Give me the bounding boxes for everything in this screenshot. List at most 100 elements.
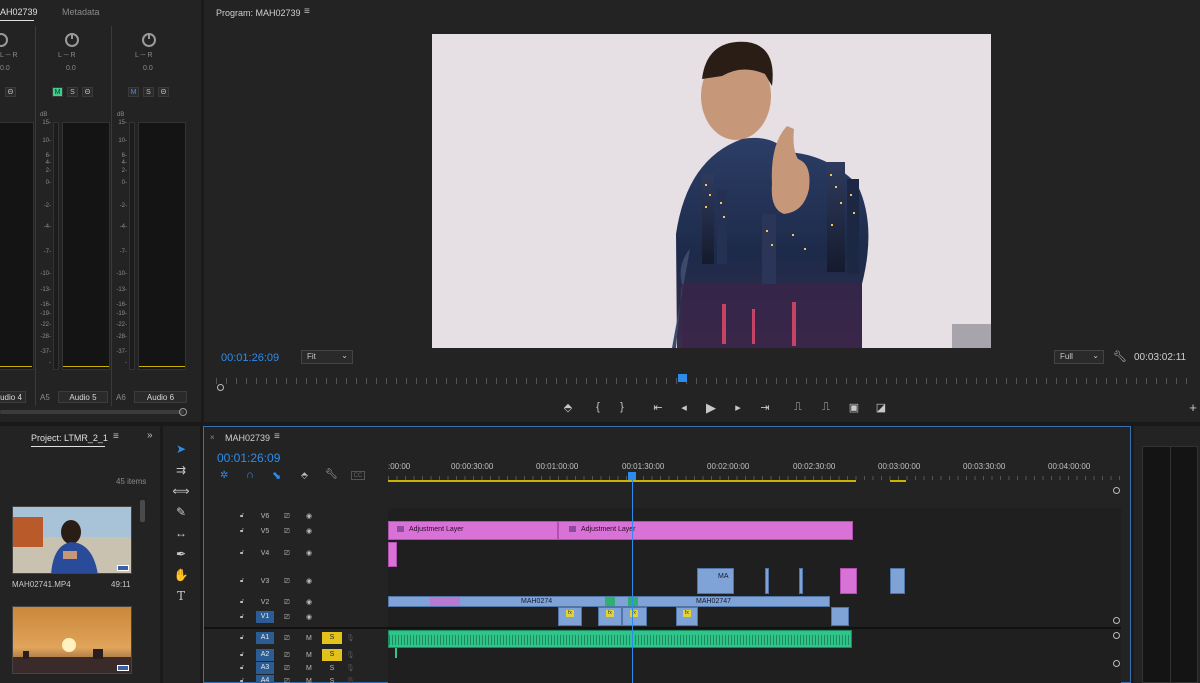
tab-metadata[interactable]: Metadata <box>62 7 100 17</box>
clip-adjustment-layer[interactable]: Adjustment Layer <box>558 521 853 540</box>
record-button[interactable]: Θ <box>158 87 169 97</box>
add-button-icon[interactable]: + <box>1186 400 1200 415</box>
project-title[interactable]: Project: LTMR_2_1 <box>31 433 108 443</box>
marker-tool-icon[interactable]: ⬊ <box>272 469 281 482</box>
toggle-sync-icon[interactable]: ⎚ <box>284 574 290 589</box>
playhead-marker[interactable] <box>678 374 687 382</box>
razor-tool-icon[interactable]: ✎ <box>172 504 190 520</box>
sync-lock-icon[interactable]: ⎚ <box>284 674 290 683</box>
lock-icon[interactable]: 🔓︎ <box>240 631 244 646</box>
clip-adjustment-layer[interactable]: Adjustment Layer <box>388 521 558 540</box>
clip-audio-a1[interactable] <box>388 630 852 648</box>
track-label[interactable]: V2 <box>256 595 274 610</box>
go-to-out-icon[interactable]: ⇥ <box>758 401 772 414</box>
lift-icon[interactable]: ⎍ <box>791 401 805 414</box>
tab-sequence[interactable]: AH02739 <box>0 7 38 17</box>
toggle-sync-icon[interactable]: ⎚ <box>284 610 290 625</box>
toggle-sync-icon[interactable]: ⎚ <box>284 595 290 610</box>
lock-icon[interactable]: 🔓︎ <box>240 674 244 683</box>
microphone-icon[interactable]: 🎙︎ <box>346 674 355 683</box>
clip-v3[interactable] <box>890 568 905 594</box>
wrench-icon[interactable]: 🔧︎ <box>325 469 338 480</box>
eye-icon[interactable]: ◉ <box>306 546 312 561</box>
timeline-tab[interactable]: MAH02739 <box>225 433 270 443</box>
work-area-bar[interactable] <box>388 480 856 482</box>
mark-out-icon[interactable]: } <box>615 401 629 413</box>
slip-tool-icon[interactable]: ↔ <box>172 525 190 541</box>
selection-tool-icon[interactable]: ➤ <box>172 441 190 457</box>
track-label[interactable]: V3 <box>256 574 274 589</box>
eye-icon[interactable]: ◉ <box>306 595 312 610</box>
solo-button[interactable]: S <box>67 87 78 97</box>
solo-button[interactable]: Θ <box>5 87 16 97</box>
microphone-icon[interactable]: 🎙︎ <box>346 631 355 646</box>
step-forward-icon[interactable]: ▸ <box>731 401 745 414</box>
track-header-v3[interactable]: 🔓︎ V3 ⎚ ◉ <box>204 574 388 589</box>
track-scroll-handle[interactable] <box>1113 617 1120 624</box>
toggle-sync-icon[interactable]: ⎚ <box>284 524 290 539</box>
extract-icon[interactable]: ⎍ <box>819 401 833 414</box>
mute-track-button[interactable]: M <box>306 631 312 646</box>
clip-v1[interactable] <box>831 607 849 626</box>
clip-thumbnail[interactable] <box>12 506 132 574</box>
track-label[interactable]: V6 <box>256 509 274 524</box>
solo-track-button[interactable]: S <box>322 632 342 644</box>
panel-menu-icon[interactable]: ≡ <box>304 6 310 17</box>
mute-button[interactable]: M <box>52 87 63 97</box>
solo-track-button[interactable]: S <box>322 674 342 683</box>
track-label[interactable]: A2 <box>256 649 274 661</box>
pen-tool-icon[interactable]: ✒ <box>172 546 190 562</box>
track-scroll-handle[interactable] <box>1113 660 1120 667</box>
comparison-view-icon[interactable]: ◪ <box>874 401 888 414</box>
sync-lock-icon[interactable]: ⎚ <box>284 631 290 646</box>
clip-thumbnail[interactable] <box>12 606 132 674</box>
fit-dropdown[interactable]: Fit ⌄ <box>301 350 353 364</box>
add-marker-icon[interactable]: ⬘ <box>301 470 308 481</box>
lock-icon[interactable]: 🔓︎ <box>240 574 244 589</box>
track-header-a1[interactable]: 🔓︎ A1 ⎚ M S 🎙︎ <box>204 631 388 646</box>
clip-v3[interactable] <box>765 568 769 594</box>
track-scroll-handle[interactable] <box>1113 632 1120 639</box>
panel-menu-icon[interactable]: ≡ <box>274 431 280 442</box>
captions-icon[interactable]: CC <box>351 471 365 480</box>
add-marker-icon[interactable]: ⬘ <box>561 401 575 414</box>
project-scrollbar[interactable] <box>140 500 145 522</box>
eye-icon[interactable]: ◉ <box>306 524 312 539</box>
mute-track-button[interactable]: M <box>306 674 312 683</box>
mark-in-icon[interactable]: { <box>591 401 605 413</box>
mute-button[interactable]: M <box>128 87 139 97</box>
track-label[interactable]: A1 <box>256 632 274 644</box>
go-to-in-icon[interactable]: ⇤ <box>651 401 665 414</box>
lock-icon[interactable]: 🔓︎ <box>240 546 244 561</box>
pan-knob[interactable] <box>0 33 8 47</box>
track-header-v6[interactable]: 🔓︎ V6 ⎚ ◉ <box>204 509 388 524</box>
track-label[interactable]: A4 <box>256 675 274 683</box>
track-label[interactable]: V5 <box>256 524 274 539</box>
track-label[interactable]: V1 <box>256 611 274 623</box>
step-back-icon[interactable]: ◂ <box>677 401 691 414</box>
lock-icon[interactable]: 🔓︎ <box>240 610 244 625</box>
lock-icon[interactable]: 🔓︎ <box>240 595 244 610</box>
timeline-scroll-top[interactable] <box>1113 487 1120 494</box>
scrubber-ticks[interactable] <box>216 378 1196 384</box>
solo-button[interactable]: S <box>143 87 154 97</box>
toggle-sync-icon[interactable]: ⎚ <box>284 509 290 524</box>
toggle-sync-icon[interactable]: ⎚ <box>284 546 290 561</box>
track-select-tool-icon[interactable]: ⇉ <box>172 462 190 478</box>
lock-icon[interactable]: 🔓︎ <box>240 509 244 524</box>
track-label[interactable]: A3 <box>256 662 274 674</box>
panel-menu-icon[interactable]: ≡ <box>113 431 119 442</box>
solo-track-button[interactable]: S <box>322 649 342 661</box>
track-header-v5[interactable]: 🔓︎ V5 ⎚ ◉ <box>204 524 388 539</box>
clip-ma[interactable]: MA <box>697 568 734 594</box>
scroll-handle[interactable] <box>179 408 187 416</box>
track-header-v4[interactable]: 🔓︎ V4 ⎚ ◉ <box>204 546 388 561</box>
lock-icon[interactable]: 🔓︎ <box>240 524 244 539</box>
quality-dropdown[interactable]: Full ⌄ <box>1054 350 1104 364</box>
eye-icon[interactable]: ◉ <box>306 509 312 524</box>
hand-tool-icon[interactable]: ✋ <box>172 567 190 583</box>
expand-panels-icon[interactable]: » <box>147 430 153 441</box>
timeline-playhead-marker[interactable] <box>628 472 636 480</box>
type-tool-icon[interactable]: T <box>172 588 190 604</box>
clip-v4[interactable] <box>388 542 397 567</box>
